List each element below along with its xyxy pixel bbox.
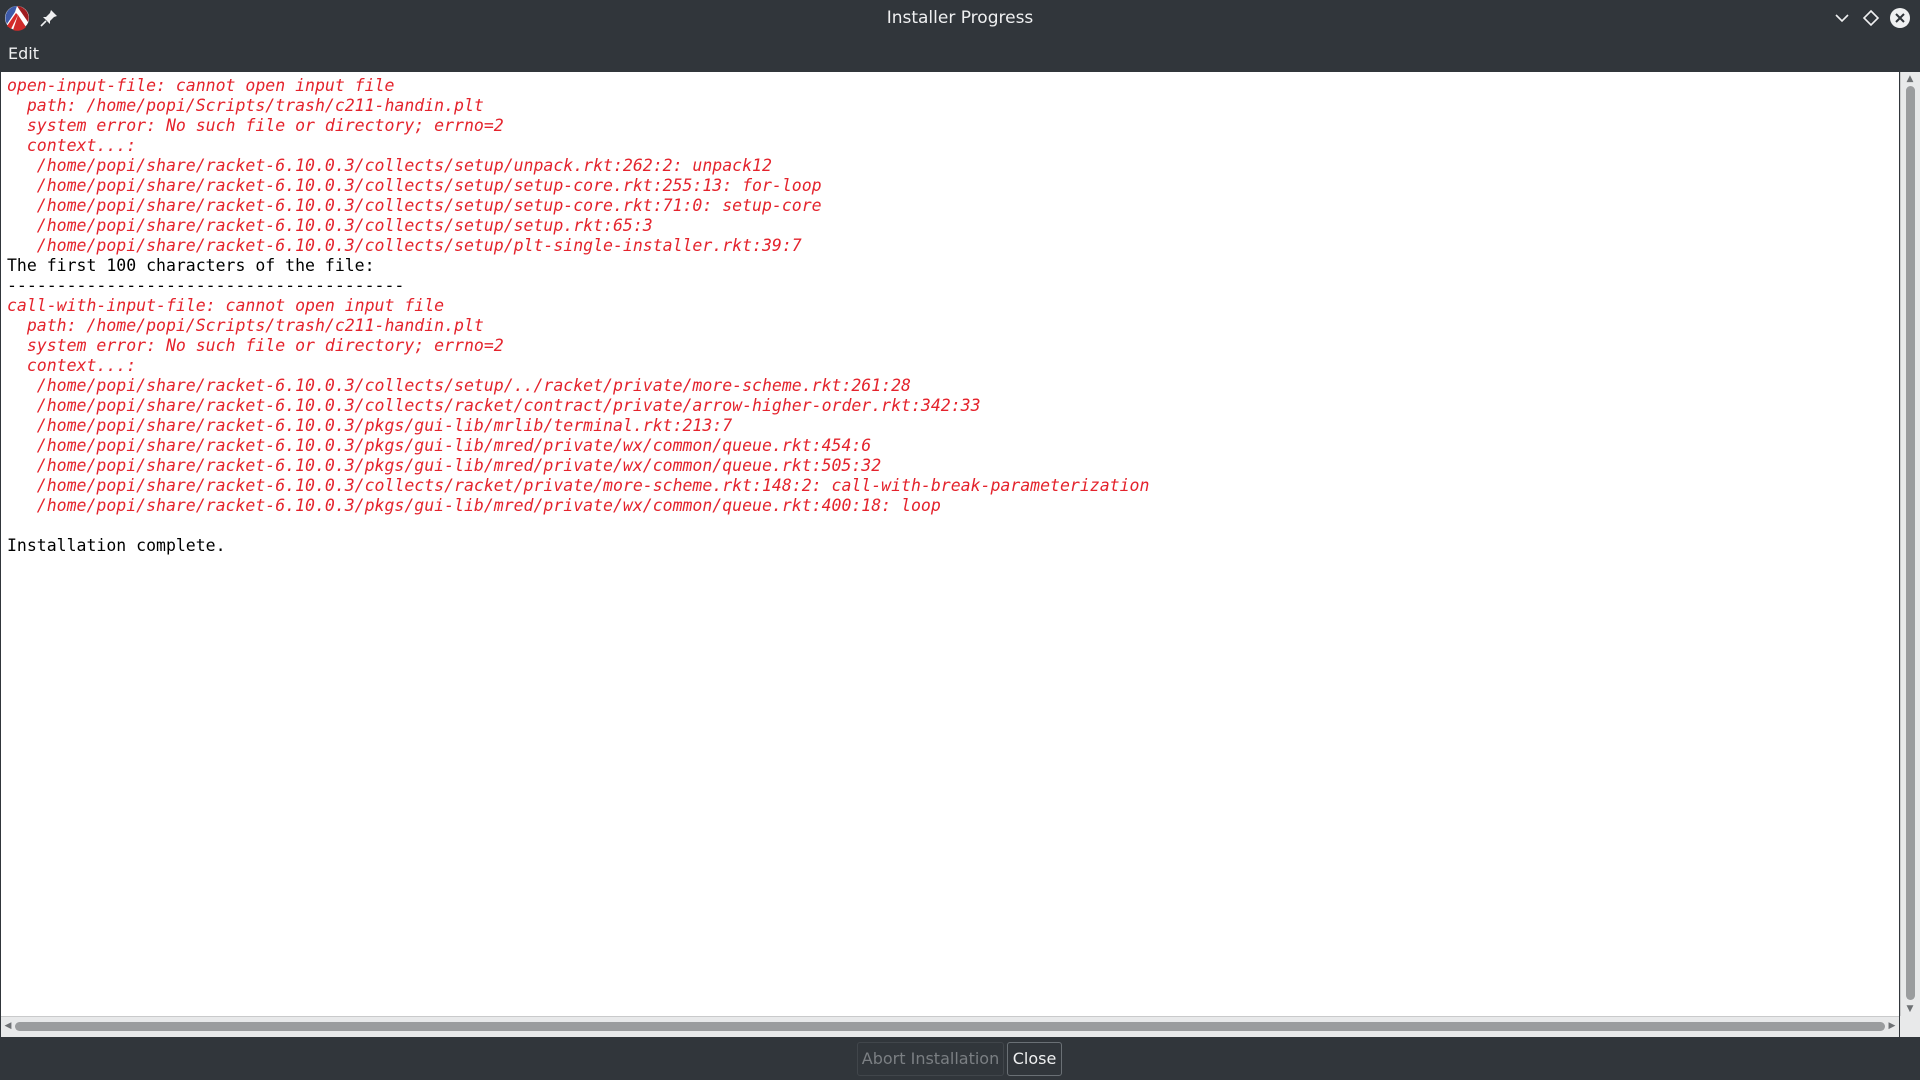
- window-title: Installer Progress: [886, 8, 1034, 28]
- error-log-line: /home/popi/share/racket-6.10.0.3/collect…: [7, 376, 911, 395]
- log-line: The first 100 characters of the file:: [7, 256, 375, 275]
- close-button[interactable]: Close: [1007, 1042, 1062, 1076]
- button-bar: Abort Installation Close: [0, 1037, 1920, 1080]
- log-text: open-input-file: cannot open input file …: [7, 76, 1149, 556]
- abort-installation-button[interactable]: Abort Installation: [857, 1042, 1004, 1076]
- error-log-line: call-with-input-file: cannot open input …: [7, 296, 445, 315]
- error-log-line: /home/popi/share/racket-6.10.0.3/collect…: [7, 236, 802, 255]
- error-log-line: /home/popi/share/racket-6.10.0.3/collect…: [7, 476, 1150, 495]
- vertical-scroll-thumb[interactable]: [1906, 86, 1915, 1000]
- error-log-line: path: /home/popi/Scripts/trash/c211-hand…: [7, 316, 484, 335]
- scroll-down-icon[interactable]: ▼: [1905, 1004, 1915, 1014]
- horizontal-scroll-thumb[interactable]: [15, 1022, 1885, 1031]
- title-bar: Installer Progress: [0, 0, 1920, 36]
- error-log-line: open-input-file: cannot open input file: [7, 76, 395, 95]
- installer-output[interactable]: open-input-file: cannot open input file …: [1, 72, 1899, 1016]
- error-log-line: path: /home/popi/Scripts/trash/c211-hand…: [7, 96, 484, 115]
- log-line: ----------------------------------------: [7, 276, 405, 295]
- error-log-line: /home/popi/share/racket-6.10.0.3/pkgs/gu…: [7, 436, 872, 455]
- scroll-left-icon[interactable]: ◀: [3, 1021, 13, 1031]
- error-log-line: /home/popi/share/racket-6.10.0.3/pkgs/gu…: [7, 496, 941, 515]
- error-log-line: context...:: [7, 136, 137, 155]
- error-log-line: /home/popi/share/racket-6.10.0.3/collect…: [7, 176, 822, 195]
- vertical-scrollbar[interactable]: ▲ ▼: [1900, 72, 1920, 1016]
- scroll-right-icon[interactable]: ▶: [1887, 1021, 1897, 1031]
- error-log-line: /home/popi/share/racket-6.10.0.3/collect…: [7, 396, 981, 415]
- error-log-line: context...:: [7, 356, 137, 375]
- close-icon[interactable]: [1888, 6, 1912, 30]
- log-line: Installation complete.: [7, 536, 226, 555]
- horizontal-scrollbar[interactable]: ◀ ▶: [1, 1016, 1899, 1037]
- maximize-icon[interactable]: [1859, 6, 1883, 30]
- scroll-up-icon[interactable]: ▲: [1905, 74, 1915, 84]
- error-log-line: /home/popi/share/racket-6.10.0.3/collect…: [7, 216, 653, 235]
- error-log-line: /home/popi/share/racket-6.10.0.3/collect…: [7, 196, 822, 215]
- error-log-line: /home/popi/share/racket-6.10.0.3/pkgs/gu…: [7, 456, 882, 475]
- error-log-line: /home/popi/share/racket-6.10.0.3/collect…: [7, 156, 772, 175]
- error-log-line: system error: No such file or directory;…: [7, 116, 504, 135]
- menu-bar: Edit: [0, 36, 1920, 72]
- menu-edit[interactable]: Edit: [2, 40, 45, 68]
- error-log-line: system error: No such file or directory;…: [7, 336, 504, 355]
- scrollbar-corner: [1900, 1016, 1920, 1037]
- error-log-line: /home/popi/share/racket-6.10.0.3/pkgs/gu…: [7, 416, 733, 435]
- minimize-icon[interactable]: [1830, 6, 1854, 30]
